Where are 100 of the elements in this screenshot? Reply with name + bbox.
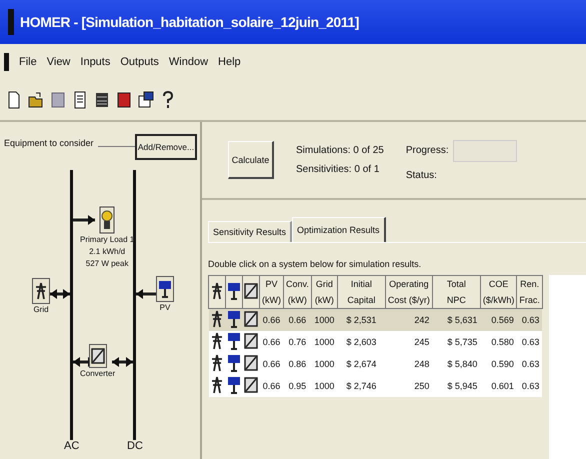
window-title: HOMER - [Simulation_habitation_solaire_12juin_2011] bbox=[20, 14, 360, 30]
component-label: Converter bbox=[80, 368, 116, 380]
connector-arrow bbox=[136, 289, 158, 299]
solar-panel-icon bbox=[226, 332, 240, 350]
table-cell: 0.590 bbox=[480, 353, 517, 375]
table-cell: 0.95 bbox=[284, 375, 312, 397]
result-row[interactable]: 0.66 0.86 1000 $ 2,674 248 $ 5,840 0.590 0.63 bbox=[208, 353, 542, 375]
menu-item[interactable]: View bbox=[46, 56, 70, 68]
table-cell: 250 bbox=[385, 375, 432, 397]
pylon-icon bbox=[210, 282, 224, 300]
component-label: Grid bbox=[33, 304, 49, 316]
column-header[interactable]: Total bbox=[432, 276, 480, 292]
new-file-icon[interactable] bbox=[6, 91, 22, 109]
table-cell: 0.66 bbox=[260, 353, 284, 375]
pylon-icon bbox=[210, 310, 224, 328]
converter-icon bbox=[244, 355, 258, 371]
converter-icon bbox=[244, 311, 258, 327]
column-header[interactable]: NPC bbox=[432, 292, 480, 308]
list-icon[interactable] bbox=[94, 91, 110, 109]
pylon-icon bbox=[210, 332, 224, 350]
component-label: 2.1 kWh/d bbox=[89, 246, 126, 258]
table-cell: 0.66 bbox=[260, 308, 284, 331]
connector-arrow bbox=[50, 289, 70, 299]
converter-icon bbox=[244, 283, 258, 299]
menu-item[interactable]: Window bbox=[168, 56, 208, 68]
result-row[interactable]: 0.66 0.95 1000 $ 2,746 250 $ 5,945 0.601 0.63 bbox=[208, 375, 542, 397]
column-header[interactable]: (kW) bbox=[284, 292, 312, 308]
table-cell: $ 5,735 bbox=[432, 331, 480, 353]
pylon-icon bbox=[34, 282, 48, 300]
table-cell: 0.569 bbox=[480, 308, 517, 331]
table-cell: 0.76 bbox=[284, 331, 312, 353]
results-tab[interactable]: Sensitivity Results bbox=[208, 221, 292, 242]
help-icon[interactable] bbox=[160, 91, 176, 109]
menu-item[interactable]: Inputs bbox=[80, 56, 110, 68]
column-header[interactable]: Operating bbox=[385, 276, 432, 292]
table-cell: 1000 bbox=[311, 331, 338, 353]
column-header[interactable]: PV bbox=[260, 276, 284, 292]
hint-text: Double click on a system below for simulation results. bbox=[208, 259, 422, 269]
solar-panel-icon bbox=[158, 280, 172, 298]
bus-label: AC bbox=[64, 440, 80, 452]
converter-icon bbox=[244, 377, 258, 393]
window-icon[interactable] bbox=[138, 91, 154, 109]
book-icon[interactable] bbox=[116, 91, 132, 109]
menu-item[interactable]: Help bbox=[218, 56, 241, 68]
sensitivities-count: Sensitivities: 0 of 1 bbox=[296, 164, 380, 175]
converter-icon bbox=[90, 348, 105, 364]
column-header[interactable]: (kW) bbox=[260, 292, 284, 308]
pylon-icon bbox=[210, 376, 224, 394]
solar-panel-icon bbox=[226, 310, 240, 328]
column-header[interactable]: (kW) bbox=[311, 292, 338, 308]
table-cell: $ 5,631 bbox=[432, 308, 480, 331]
result-row[interactable]: 0.66 0.76 1000 $ 2,603 245 $ 5,735 0.580 0.63 bbox=[208, 331, 542, 353]
menu-item[interactable]: Outputs bbox=[120, 56, 159, 68]
table-cell: 1000 bbox=[311, 375, 338, 397]
panel-heading: Equipment to consider bbox=[4, 138, 94, 148]
table-cell: $ 2,603 bbox=[337, 331, 386, 353]
column-header[interactable]: Capital bbox=[337, 292, 386, 308]
table-cell: 0.63 bbox=[516, 331, 542, 353]
table-cell: $ 2,531 bbox=[337, 308, 386, 331]
column-header[interactable]: COE bbox=[480, 276, 517, 292]
column-header[interactable]: Ren. bbox=[516, 276, 542, 292]
column-header[interactable]: Grid bbox=[311, 276, 338, 292]
table-cell: 245 bbox=[385, 331, 432, 353]
connector-arrow bbox=[112, 357, 133, 367]
bus-label: DC bbox=[127, 440, 143, 452]
light-bulb-icon bbox=[99, 206, 116, 234]
column-header[interactable]: ($/kWh) bbox=[480, 292, 517, 308]
menu-item[interactable]: File bbox=[19, 56, 37, 68]
column-header[interactable]: Initial bbox=[337, 276, 386, 292]
table-cell: 0.63 bbox=[516, 375, 542, 397]
solar-panel-icon bbox=[226, 354, 240, 372]
open-folder-icon[interactable] bbox=[28, 91, 44, 109]
table-cell: 242 bbox=[385, 308, 432, 331]
calculate-button[interactable]: Calculate bbox=[228, 141, 274, 179]
results-tab[interactable]: Optimization Results bbox=[292, 217, 386, 242]
table-cell: 0.580 bbox=[480, 331, 517, 353]
component-label: 527 W peak bbox=[86, 258, 128, 270]
result-row[interactable]: 0.66 0.66 1000 $ 2,531 242 $ 5,631 0.569 0.63 bbox=[208, 308, 542, 331]
converter-icon bbox=[244, 333, 258, 349]
table-cell: 0.86 bbox=[284, 353, 312, 375]
table-cell: 248 bbox=[385, 353, 432, 375]
progress-label: Progress: bbox=[406, 145, 449, 156]
table-cell: $ 5,945 bbox=[432, 375, 480, 397]
simulations-count: Simulations: 0 of 25 bbox=[296, 145, 384, 156]
column-header[interactable]: Frac. bbox=[516, 292, 542, 308]
table-cell: $ 2,746 bbox=[337, 375, 386, 397]
component-label: PV bbox=[160, 302, 170, 314]
save-icon[interactable] bbox=[50, 91, 66, 109]
add-remove-button[interactable]: Add/Remove... bbox=[135, 134, 197, 160]
table-cell: 0.601 bbox=[480, 375, 517, 397]
table-cell: 0.66 bbox=[260, 331, 284, 353]
solar-panel-icon bbox=[226, 376, 240, 394]
grip-icon bbox=[4, 53, 9, 71]
document-icon[interactable] bbox=[72, 91, 88, 109]
table-cell: $ 2,674 bbox=[337, 353, 386, 375]
column-header[interactable]: Conv. bbox=[284, 276, 312, 292]
app-icon bbox=[8, 9, 14, 35]
status-label: Status: bbox=[406, 170, 438, 180]
pylon-icon bbox=[210, 354, 224, 372]
column-header[interactable]: Cost ($/yr) bbox=[385, 292, 432, 308]
